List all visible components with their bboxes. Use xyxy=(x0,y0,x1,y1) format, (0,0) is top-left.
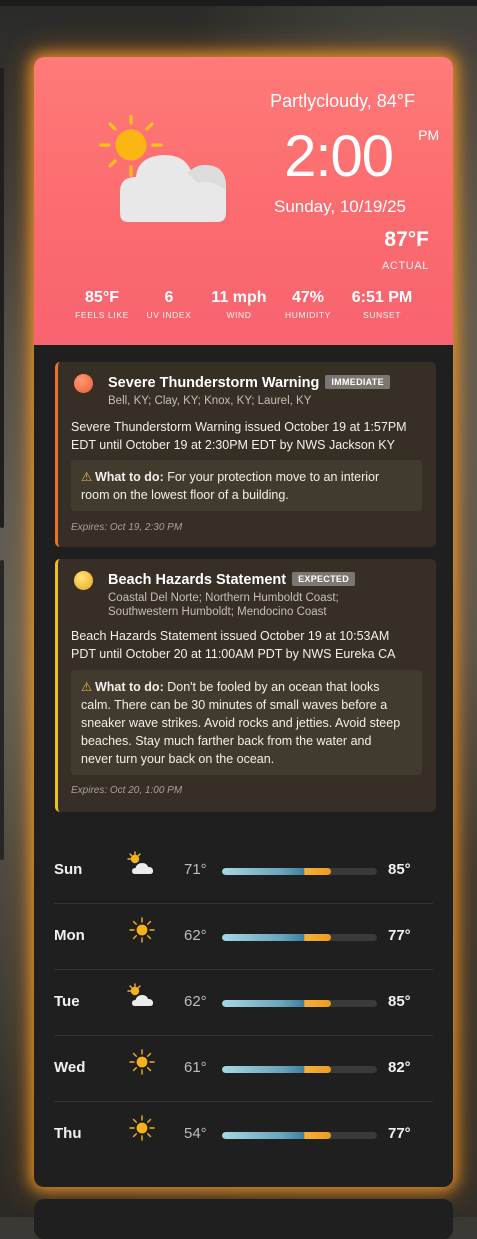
instructions-label: What to do: xyxy=(95,680,164,694)
forecast-high: 85° xyxy=(388,861,411,878)
stat-label: WIND xyxy=(226,310,252,320)
urgency-badge: EXPECTED xyxy=(292,572,356,586)
partly-cloudy-icon xyxy=(127,851,154,874)
alert-expires: Expires: Oct 20, 1:00 PM xyxy=(71,785,183,796)
alert-areas-line: Coastal Del Norte; Northern Humboldt Coa… xyxy=(108,592,339,604)
warning-icon: ⚠ xyxy=(81,470,93,484)
stat-feels-like: 85°F FEELS LIKE xyxy=(72,289,132,320)
sun-icon xyxy=(129,1115,155,1141)
instructions-line: For your protection move to an interior xyxy=(167,470,380,484)
alert-description-line: Severe Thunderstorm Warning issued Octob… xyxy=(71,420,407,434)
alert-description-line: PDT until October 20 at 11:00AM PDT by N… xyxy=(71,647,396,661)
forecast-high: 77° xyxy=(388,1125,411,1142)
forecast-high: 82° xyxy=(388,1059,411,1076)
forecast-high: 85° xyxy=(388,993,411,1010)
stat-value: 6 xyxy=(164,289,174,306)
temperature-range-bar xyxy=(222,934,377,941)
alert-severe-thunderstorm[interactable]: Severe Thunderstorm Warning IMMEDIATE Bel… xyxy=(55,362,436,547)
temperature-range-bar xyxy=(222,1000,377,1007)
partly-cloudy-icon xyxy=(127,983,154,1006)
alert-title-text: Severe Thunderstorm Warning xyxy=(108,375,320,391)
instructions-label: What to do: xyxy=(95,470,164,484)
stat-sunset: 6:51 PM SUNSET xyxy=(342,289,422,320)
alert-title-text: Beach Hazards Statement xyxy=(108,572,287,588)
temperature-range-fill xyxy=(222,868,331,875)
time-ampm: PM xyxy=(418,127,440,143)
alert-areas-line: Southwestern Humboldt; Mendocino Coast xyxy=(108,606,327,618)
alert-severity-dot xyxy=(74,374,93,393)
instructions-line: room on the lowest floor of a building. xyxy=(81,488,289,502)
temperature-range-fill xyxy=(222,934,331,941)
alert-title: Severe Thunderstorm Warning IMMEDIATE xyxy=(108,375,390,391)
forecast-day: Tue xyxy=(54,993,80,1010)
sun-icon xyxy=(129,917,155,943)
top-bar xyxy=(0,0,477,6)
temperature-range-bar xyxy=(222,1132,377,1139)
forecast-row-wed: Wed 61° 82° xyxy=(54,1035,433,1102)
current-time: 2:00 PM xyxy=(284,124,439,189)
forecast-low: 62° xyxy=(184,993,207,1010)
forecast-low: 62° xyxy=(184,927,207,944)
temperature-range-bar xyxy=(222,868,377,875)
alert-instructions: ⚠ What to do: Don't be fooled by an ocean… xyxy=(71,670,422,775)
stat-value: 47% xyxy=(291,289,325,306)
forecast-low: 61° xyxy=(184,1059,207,1076)
sun-icon xyxy=(129,1049,155,1075)
stat-label: FEELS LIKE xyxy=(75,310,129,320)
alert-description-line: Beach Hazards Statement issued October 1… xyxy=(71,629,390,643)
instructions-line: Don't be fooled by an ocean that looks xyxy=(167,680,380,694)
temperature-range-fill xyxy=(222,1066,331,1073)
stat-uv-index: 6 UV INDEX xyxy=(138,289,200,320)
instructions-line: calm. There can be 30 minutes of small w… xyxy=(81,698,388,712)
stat-value: 11 mph xyxy=(211,289,267,306)
forecast-low: 54° xyxy=(184,1125,207,1142)
alert-description: Beach Hazards Statement issued October 1… xyxy=(71,627,395,663)
forecast-row-tue: Tue 62° 85° xyxy=(54,969,433,1036)
next-card xyxy=(34,1199,453,1239)
warning-icon: ⚠ xyxy=(81,680,93,694)
left-edge-panel xyxy=(0,68,4,528)
stat-humidity: 47% HUMIDITY xyxy=(278,289,338,320)
forecast-low: 71° xyxy=(184,861,207,878)
stat-value: 6:51 PM xyxy=(351,289,413,306)
forecast-row-mon: Mon 62° 77° xyxy=(54,903,433,970)
actual-temperature: 87°F xyxy=(384,228,429,251)
instructions-line: sneaker wave strikes. Avoid rocks and je… xyxy=(81,716,401,730)
stat-label: SUNSET xyxy=(362,310,402,320)
forecast-row-thu: Thu 54° 77° xyxy=(54,1101,433,1167)
instructions-line: never turn your back on the ocean. xyxy=(81,752,275,766)
partly-cloudy-icon xyxy=(99,115,226,222)
alert-areas: Coastal Del Norte; Northern Humboldt Coa… xyxy=(108,591,339,619)
forecast-row-sun: Sun 71° 85° xyxy=(54,837,433,904)
urgency-badge: IMMEDIATE xyxy=(325,375,390,389)
forecast-day: Thu xyxy=(54,1125,82,1142)
forecast-day: Sun xyxy=(54,861,83,878)
actual-label: ACTUAL xyxy=(382,260,429,272)
alert-instructions: ⚠ What to do: For your protection move to… xyxy=(71,460,422,511)
alert-expires: Expires: Oct 19, 2:30 PM xyxy=(71,522,183,533)
alert-description-line: EDT until October 19 at 2:30PM EDT by NW… xyxy=(71,438,395,452)
weather-card: Partlycloudy, 84°F 2:00 PM Sunday, 10/19… xyxy=(34,57,453,1187)
alert-title: Beach Hazards Statement EXPECTED xyxy=(108,572,356,588)
current-date: Sunday, 10/19/25 xyxy=(273,197,406,216)
stat-label: UV INDEX xyxy=(146,310,192,320)
left-edge-panel-2 xyxy=(0,560,4,860)
time-value: 2:00 xyxy=(284,124,394,189)
forecast-day: Mon xyxy=(54,927,85,944)
alert-areas: Bell, KY; Clay, KY; Knox, KY; Laurel, KY xyxy=(108,395,312,407)
temperature-range-bar xyxy=(222,1066,377,1073)
forecast-day: Wed xyxy=(54,1059,86,1076)
alert-severity-dot xyxy=(74,571,93,590)
stat-value: 85°F xyxy=(85,289,119,306)
alert-beach-hazards[interactable]: Beach Hazards Statement EXPECTED Coastal … xyxy=(55,559,436,812)
temperature-range-fill xyxy=(222,1132,331,1139)
forecast-high: 77° xyxy=(388,927,411,944)
current-conditions: Partlycloudy, 84°F 2:00 PM Sunday, 10/19… xyxy=(34,57,453,345)
alert-description: Severe Thunderstorm Warning issued Octob… xyxy=(71,418,407,454)
temperature-range-fill xyxy=(222,1000,331,1007)
instructions-line: beaches. Stay much farther back from the… xyxy=(81,734,372,748)
stat-wind: 11 mph WIND xyxy=(204,289,274,320)
condition-summary: Partlycloudy, 84°F xyxy=(270,91,415,111)
stat-label: HUMIDITY xyxy=(285,310,331,320)
